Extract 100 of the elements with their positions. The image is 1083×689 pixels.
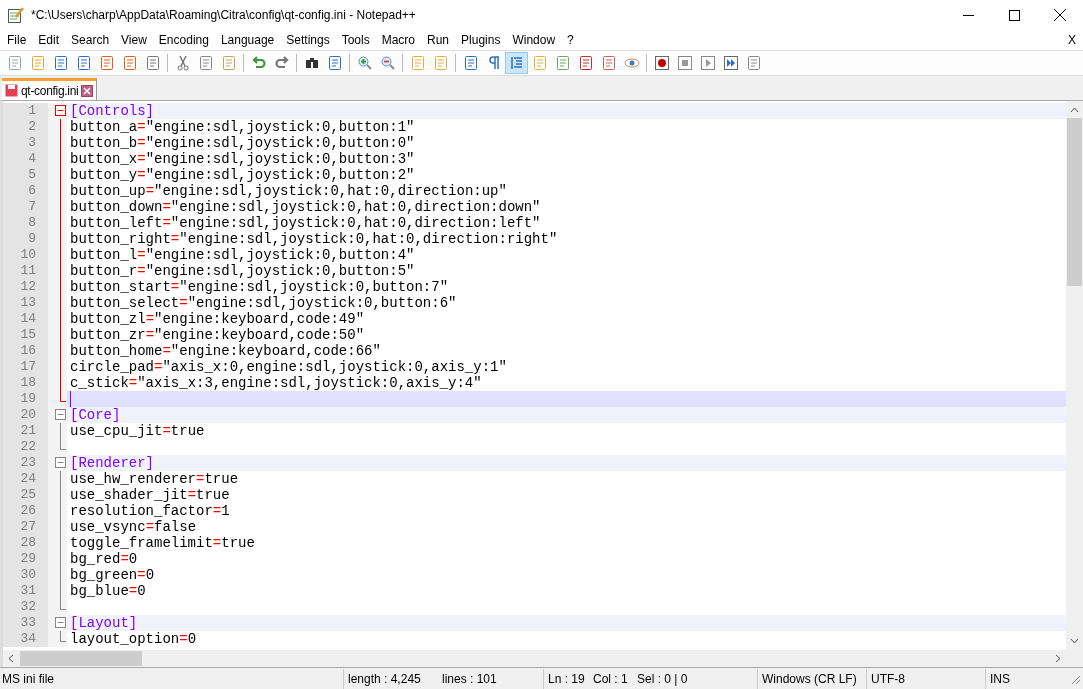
line-status: Ln : 19: [547, 670, 586, 688]
file-tab[interactable]: qt-config.ini: [2, 78, 98, 100]
line-ending-status: Windows (CR LF): [761, 670, 858, 688]
line-number: 27: [3, 519, 48, 535]
close-tab-icon[interactable]: [81, 84, 94, 97]
menu-item[interactable]: View: [115, 31, 153, 49]
value-text: "engine:sdl,joystick:0,hat:0,direction:down": [170, 199, 541, 215]
menu-item[interactable]: Edit: [32, 31, 66, 49]
menu-item[interactable]: Language: [214, 31, 281, 49]
fold-toggle-icon[interactable]: [55, 105, 66, 116]
value-text: true: [170, 423, 205, 439]
value-text: "axis_x:3,engine:sdl,joystick:0,axis_y:4": [137, 375, 482, 391]
line-number: 14: [3, 311, 48, 327]
menu-item[interactable]: Window: [506, 31, 562, 49]
line-number: 31: [3, 583, 48, 599]
key-text: circle_pad: [70, 359, 154, 375]
equals-sign: =: [137, 119, 146, 135]
record-icon: [653, 55, 670, 71]
equals-sign: =: [212, 535, 222, 551]
column-status: Col : 1: [593, 670, 629, 688]
document-list-icon: [531, 55, 548, 71]
line-number: 4: [3, 151, 48, 167]
binoculars-icon: [303, 55, 320, 71]
line-number: 34: [3, 631, 48, 647]
value-text: "engine:sdl,joystick:0,hat:0,direction:right": [179, 231, 558, 247]
section-header: [Controls]: [70, 103, 154, 119]
scrollbar-thumb[interactable]: [1067, 118, 1082, 286]
menu-item[interactable]: File: [1, 31, 33, 49]
equals-sign: =: [179, 295, 188, 311]
scrollbar-thumb[interactable]: [20, 651, 142, 666]
value-text: true: [221, 535, 255, 551]
lines-status: lines : 101: [442, 670, 498, 688]
line-number: 11: [3, 263, 48, 279]
equals-sign: =: [137, 263, 146, 279]
key-text: button_a: [70, 119, 138, 135]
section-header: [Core]: [70, 407, 121, 423]
key-text: bg_green: [70, 567, 138, 583]
fold-end-line: [60, 391, 66, 402]
horizontal-scrollbar[interactable]: [3, 650, 1066, 667]
line-number: 33: [3, 615, 48, 631]
equals-sign: =: [162, 343, 171, 359]
menu-item[interactable]: Macro: [375, 31, 421, 49]
line-number: 19: [3, 391, 48, 407]
equals-sign: =: [145, 327, 155, 343]
fold-toggle-icon[interactable]: [55, 617, 66, 628]
line-number: 30: [3, 567, 48, 583]
menu-item[interactable]: Search: [65, 31, 116, 49]
equals-sign: =: [120, 551, 129, 567]
section-header: [Layout]: [70, 615, 138, 631]
vertical-scrollbar[interactable]: [1066, 101, 1083, 650]
notepad-app-icon: [7, 6, 25, 24]
line-number: 10: [3, 247, 48, 263]
fold-toggle-icon[interactable]: [55, 457, 66, 468]
key-text: button_down: [70, 199, 163, 215]
line-number: 22: [3, 439, 48, 455]
menu-item[interactable]: Run: [421, 31, 456, 49]
line-number: 29: [3, 551, 48, 567]
value-text: true: [204, 471, 239, 487]
value-text: "engine:sdl,joystick:0,button:6": [187, 295, 457, 311]
value-text: "engine:keyboard,code:66": [170, 343, 381, 359]
equals-sign: =: [162, 423, 171, 439]
equals-sign: =: [128, 375, 138, 391]
equals-sign: =: [137, 135, 146, 151]
menu-item[interactable]: Tools: [335, 31, 376, 49]
menu-item[interactable]: Encoding: [152, 31, 215, 49]
stop-icon: [676, 55, 693, 71]
close-file-icon: [98, 55, 115, 71]
key-text: button_zr: [70, 327, 146, 343]
line-number: 6: [3, 183, 48, 199]
value-text: "axis_x:0,engine:sdl,joystick:0,axis_y:1": [162, 359, 507, 375]
line-number: 8: [3, 215, 48, 231]
maximize-icon: [1008, 9, 1020, 21]
line-number: 13: [3, 295, 48, 311]
fold-toggle-icon[interactable]: [55, 409, 66, 420]
menu-item[interactable]: Plugins: [455, 31, 507, 49]
line-number: 3: [3, 135, 48, 151]
menu-item[interactable]: Settings: [280, 31, 336, 49]
line-number: 23: [3, 455, 48, 471]
equals-sign: =: [154, 359, 163, 375]
value-text: 0: [128, 551, 138, 567]
line-number: 24: [3, 471, 48, 487]
value-text: "engine:sdl,joystick:0,button:5": [145, 263, 415, 279]
key-text: button_x: [70, 151, 138, 167]
close-document-button[interactable]: X: [1062, 31, 1082, 49]
value-text: "engine:sdl,joystick:0,button:2": [145, 167, 415, 183]
equals-sign: =: [145, 183, 155, 199]
text-caret: [70, 391, 71, 407]
equals-sign: =: [212, 503, 222, 519]
fold-end-line: [60, 599, 66, 610]
indent-guide-button[interactable]: [505, 52, 528, 74]
line-number: 32: [3, 599, 48, 615]
key-text: c_stick: [70, 375, 129, 391]
key-text: button_zl: [70, 311, 146, 327]
line-number: 20: [3, 407, 48, 423]
value-text: "engine:keyboard,code:49": [154, 311, 365, 327]
key-text: button_l: [70, 247, 138, 263]
line-number: 12: [3, 279, 48, 295]
line-number: 25: [3, 487, 48, 503]
section-header: [Renderer]: [70, 455, 154, 471]
menu-item[interactable]: ?: [561, 31, 580, 49]
